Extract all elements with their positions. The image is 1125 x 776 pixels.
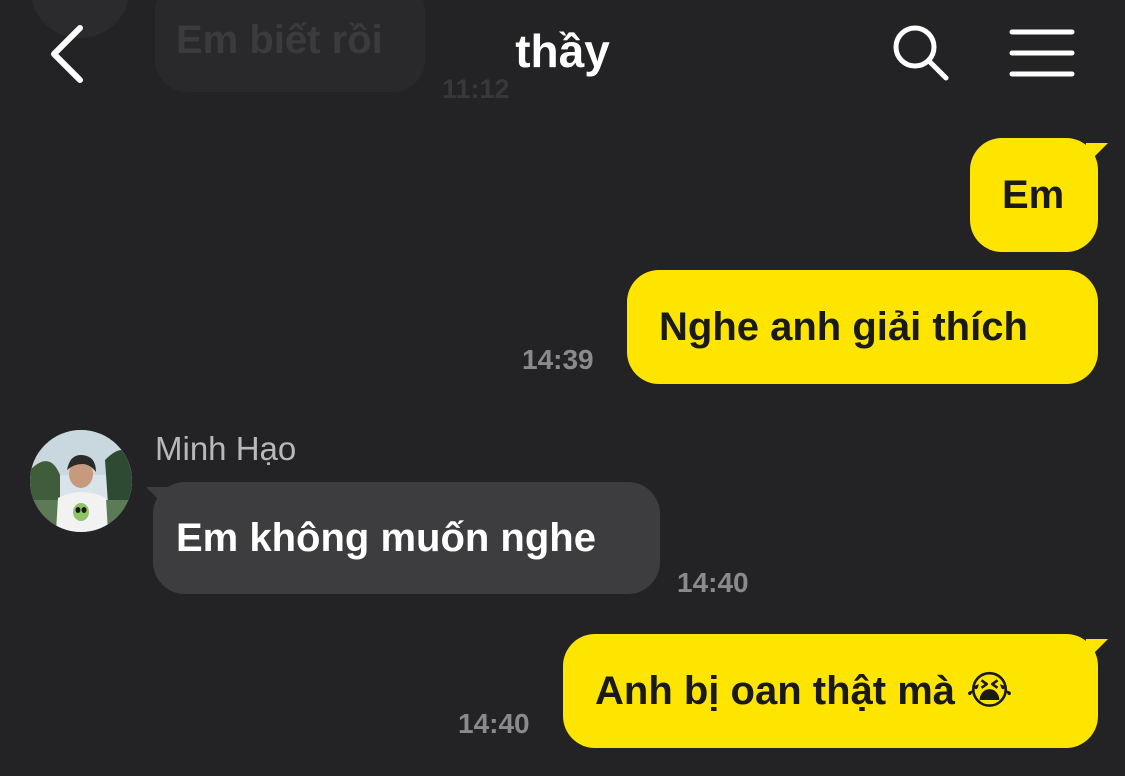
- message-time: 14:39: [522, 344, 594, 375]
- bubble-tail: [1086, 143, 1108, 165]
- message-text: Nghe anh giải thích: [659, 304, 1028, 349]
- message-bubble-incoming[interactable]: Em không muốn nghe: [153, 482, 660, 594]
- menu-button[interactable]: [1008, 24, 1078, 82]
- search-button[interactable]: [890, 22, 952, 84]
- message-time: 14:40: [677, 567, 749, 598]
- message-text: Em không muốn nghe: [176, 515, 596, 560]
- menu-icon: [1009, 29, 1075, 77]
- person-photo-icon: [30, 430, 132, 532]
- message-bubble-outgoing[interactable]: Nghe anh giải thích: [627, 270, 1098, 384]
- chat-title: thầy: [515, 25, 610, 77]
- message-text: Anh bị oan thật mà 😭: [595, 669, 1013, 713]
- bubble-tail: [146, 487, 168, 509]
- previous-message-time: 11:12: [442, 74, 510, 104]
- search-icon: [893, 25, 949, 81]
- avatar[interactable]: [30, 430, 132, 532]
- sender-name: Minh Hạo: [155, 430, 297, 467]
- bubble-tail: [1086, 639, 1108, 661]
- message-bubble-outgoing[interactable]: Em: [970, 138, 1098, 252]
- message-bubble-outgoing[interactable]: Anh bị oan thật mà 😭: [563, 634, 1098, 748]
- message-time: 14:40: [458, 708, 530, 739]
- message-text: Em: [1002, 172, 1065, 217]
